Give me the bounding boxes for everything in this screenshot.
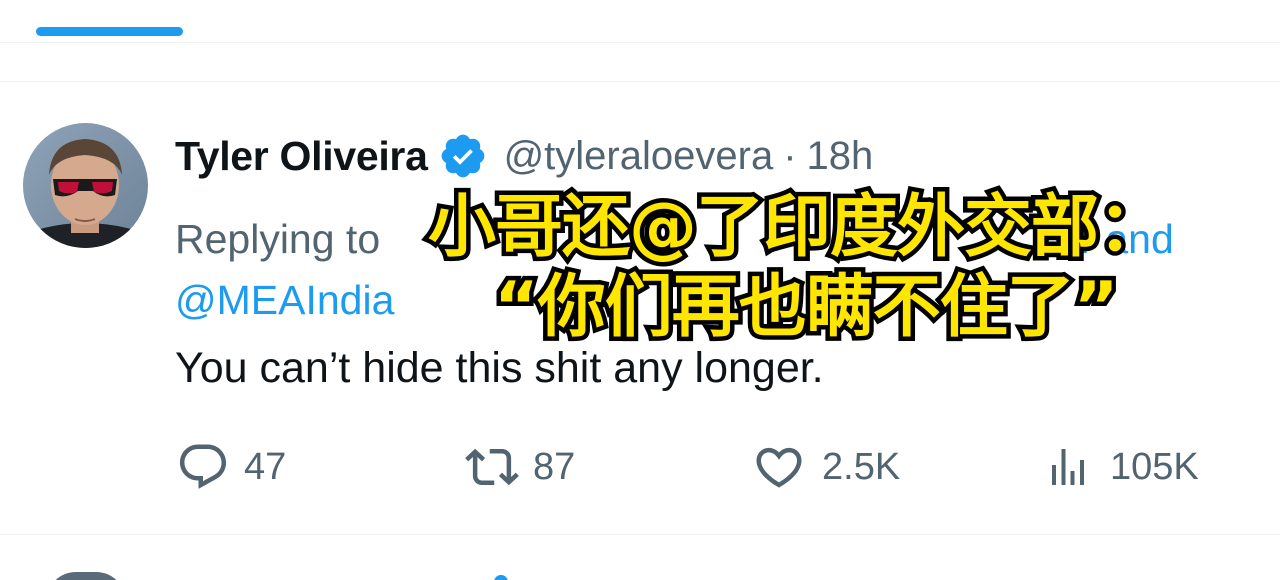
reply-count: 47 — [244, 445, 287, 488]
retweet-button[interactable]: 87 — [463, 440, 575, 494]
next-tweet-badge-icon — [494, 575, 508, 580]
reply-mention-meaindia[interactable]: @MEAIndia — [175, 275, 394, 325]
screenshot-page: Tyler Oliveira @tyleraloevera · 18h Repl… — [0, 0, 1280, 580]
bar-chart-icon — [1052, 449, 1084, 485]
retweet-count: 87 — [533, 445, 576, 488]
speech-bubble-icon — [179, 444, 227, 489]
caption-overlay-line-2: “你们再也瞒不住了” — [489, 264, 1122, 352]
header-separator: · — [783, 133, 797, 178]
author-handle[interactable]: @tyleraloevera — [504, 134, 774, 179]
like-count: 2.5K — [822, 445, 901, 488]
next-tweet-avatar[interactable] — [46, 572, 126, 580]
section-divider — [0, 43, 1280, 82]
tweet-timestamp[interactable]: 18h — [807, 134, 874, 179]
caption-overlay-line-1: 小哥还@了印度外交部： — [423, 184, 1170, 272]
tab-bar — [0, 0, 1280, 43]
retweet-arrows-icon — [465, 448, 519, 486]
active-tab-indicator — [36, 27, 183, 36]
heart-icon — [756, 447, 802, 488]
avatar-photo — [23, 123, 148, 248]
reply-button[interactable]: 47 — [176, 440, 286, 494]
author-display-name[interactable]: Tyler Oliveira — [175, 133, 428, 180]
view-count: 105K — [1110, 445, 1199, 488]
views-button[interactable]: 105K — [1044, 440, 1199, 494]
replying-to-label: Replying to — [175, 216, 381, 262]
verified-badge-icon[interactable] — [438, 131, 488, 181]
like-button[interactable]: 2.5K — [752, 440, 900, 494]
tweet-header: Tyler Oliveira @tyleraloevera · 18h — [175, 130, 873, 182]
tweet-text: You can’t hide this shit any longer. — [175, 344, 824, 392]
avatar[interactable] — [23, 123, 148, 248]
